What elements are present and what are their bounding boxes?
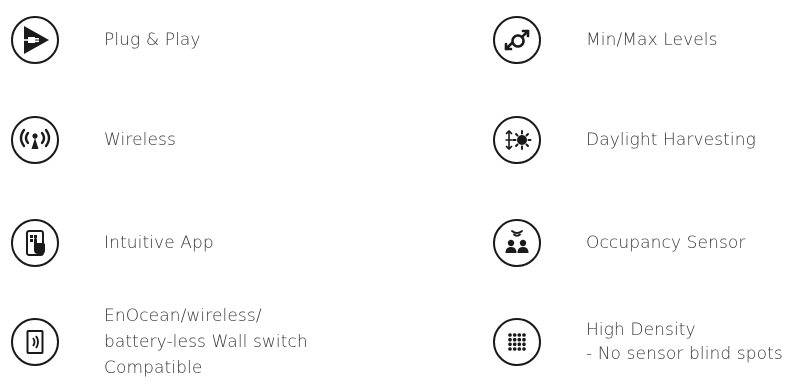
- feature-label-line: Wireless: [104, 130, 176, 150]
- intuitive-app-icon: [11, 219, 59, 267]
- feature-label: Min/Max Levels: [586, 28, 718, 52]
- feature-plug-play: Plug & Play: [11, 16, 201, 64]
- occupancy-sensor-icon: [493, 219, 541, 267]
- wall-switch-icon: [11, 318, 59, 366]
- feature-label: EnOcean/wireless/ battery-less Wall swit…: [104, 303, 308, 381]
- feature-occupancy-sensor: Occupancy Sensor: [493, 219, 746, 267]
- feature-label: Occupancy Sensor: [586, 231, 746, 255]
- high-density-icon: [493, 318, 541, 366]
- feature-label-line: High Density: [586, 320, 696, 340]
- feature-label-line: Compatible: [104, 358, 203, 378]
- plug-play-icon: [11, 16, 59, 64]
- feature-label-line: EnOcean/wireless/: [104, 306, 262, 326]
- feature-label-line: Plug & Play: [104, 30, 201, 50]
- feature-wireless: Wireless: [11, 116, 176, 164]
- feature-min-max-levels: Min/Max Levels: [493, 16, 718, 64]
- feature-label-line: battery-less Wall switch: [104, 332, 308, 352]
- feature-label-line: - No sensor blind spots: [586, 344, 783, 364]
- feature-label: Intuitive App: [104, 231, 214, 255]
- feature-label-line: Occupancy Sensor: [586, 233, 746, 253]
- feature-daylight-harvesting: Daylight Harvesting: [493, 116, 756, 164]
- feature-label: Wireless: [104, 128, 176, 152]
- feature-label-line: Min/Max Levels: [586, 30, 718, 50]
- feature-label-line: Daylight Harvesting: [586, 130, 756, 150]
- wireless-icon: [11, 116, 59, 164]
- feature-label: Plug & Play: [104, 28, 201, 52]
- feature-wall-switch: EnOcean/wireless/ battery-less Wall swit…: [11, 303, 308, 381]
- feature-label-line: Intuitive App: [104, 233, 214, 253]
- feature-label: Daylight Harvesting: [586, 128, 756, 152]
- daylight-harvesting-icon: [493, 116, 541, 164]
- feature-high-density: High Density - No sensor blind spots: [493, 318, 783, 366]
- min-max-levels-icon: [493, 16, 541, 64]
- feature-intuitive-app: Intuitive App: [11, 219, 214, 267]
- feature-label: High Density - No sensor blind spots: [586, 318, 783, 366]
